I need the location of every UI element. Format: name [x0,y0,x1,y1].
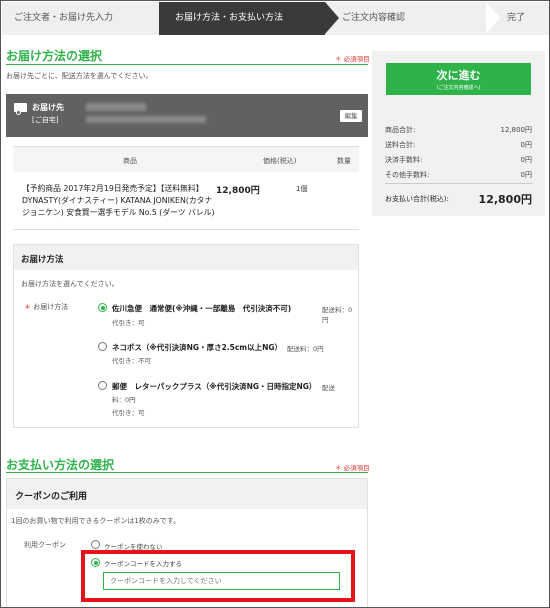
coupon-option-code[interactable]: クーポンコードを入力する [104,558,182,568]
blurred-name [86,103,146,111]
payment-required-note: ＊ 必須項目 [335,464,370,472]
header-price: 価格(税込) [263,157,297,165]
coupon-field-label: 利用クーポン [24,541,66,549]
blurred-address [86,116,206,123]
shipping-fee-letterpack-2: 料：0円 [112,396,136,404]
checkout-page: ご注文者・お届け先入力 お届け方法・お支払い方法 ご注文内容確認 完了 お届け方… [0,0,550,608]
step-3: ご注文内容確認 [342,13,406,23]
cod-nekopos: 代引き：不可 [112,357,151,365]
shipping-radio-nekopos[interactable] [98,342,107,351]
next-button-label: 次に進む [436,69,481,82]
coupon-radio-code[interactable] [91,558,100,567]
summary-row-other-fee: その他手数料: 0円 [385,171,532,179]
shipping-radio-sagawa[interactable] [98,303,107,312]
product-price: 12,800円 [216,186,260,196]
product-name: 【予約商品 2017年2月19日発売予定】【送料無料】DYNASTY(ダイナステ… [22,184,215,217]
coupon-header: クーポンのご利用 [7,479,367,509]
step-4: 完了 [507,13,526,23]
summary-row-shipping: 送料合計: 0円 [385,141,532,149]
delivery-section-title: お届け方法の選択 [6,49,103,63]
step-divider [486,2,500,34]
shipping-fee-letterpack: 配送 [322,384,335,392]
summary-row-subtotal: 商品合計: 12,800円 [385,126,532,134]
order-summary: 次に進む (ご注文内容確認へ) 商品合計: 12,800円 送料合計: 0円 決済手… [372,51,545,216]
product-qty: 1個 [296,185,308,193]
coupon-radio-none[interactable] [91,540,100,549]
coupon-title: クーポンのご利用 [15,492,88,502]
shipping-option-nekopos[interactable]: ネコポス（※代引決済NG・厚さ2.5cm以上NG） [112,342,282,353]
section-rule [6,64,368,65]
shipping-option-letterpack[interactable]: 郵便 レターパックプラス（※代引決済NG・日時指定NG） [112,381,316,392]
shipping-fee-nekopos: 配送料：0円 [287,345,324,353]
shipping-header: お届け方法 [14,245,358,270]
shipping-note: お届け方法を選んでください。 [21,280,119,288]
shipping-option-sagawa[interactable]: 佐川急便 通常便(※沖縄・一部離島 代引決済不可) [112,303,291,314]
coupon-note: 1回のお買い物で利用できるクーポンは1枚のみです。 [11,517,181,525]
section-rule [6,472,368,473]
header-qty: 数量 [337,157,351,165]
header-product: 商品 [123,157,137,165]
summary-row-payment-fee: 決済手数料: 0円 [385,156,532,164]
product-table-header: 商品 価格(税込) 数量 [13,147,359,172]
step-arrow [325,2,339,34]
step-2-active: お届け方法・お支払い方法 [159,2,325,35]
destination-label: お届け先 [32,103,64,112]
total-label: お支払い合計(税込): [385,195,449,203]
shipping-fee-sagawa: 配送料：0円 [322,306,353,324]
delivery-note: お届け先ごとに、配送方法を選んでください。 [6,72,153,80]
next-button-sub: (ご注文内容確認へ) [436,85,481,91]
payment-section-title: お支払い方法の選択 [6,458,115,472]
product-table: 商品 価格(税込) 数量 【予約商品 2017年2月19日発売予定】【送料無料】… [13,146,359,230]
shipping-title: お届け方法 [21,255,64,265]
required-note: ＊ 必須項目 [335,55,370,63]
total-value: 12,800円 [478,193,532,206]
edit-destination-button[interactable]: 編集 [340,110,362,122]
destination-sub: [ご自宅] [32,116,59,124]
shipping-radio-letterpack[interactable] [98,381,107,390]
step-1: ご注文者・お届け先入力 [14,13,114,23]
next-button[interactable]: 次に進む (ご注文内容確認へ) [386,63,531,95]
checkout-steps: ご注文者・お届け先入力 お届け方法・お支払い方法 ご注文内容確認 完了 [2,2,549,35]
coupon-code-input[interactable] [103,572,340,590]
cod-sagawa: 代引き：可 [112,319,145,327]
shipping-field-label: ＊ お届け方法 [24,303,69,311]
summary-divider [385,183,532,184]
cod-letterpack: 代引き：可 [112,409,145,417]
truck-icon [14,103,27,115]
shipping-method-box: お届け方法 お届け方法を選んでください。 ＊ お届け方法 佐川急便 通常便(※沖… [13,244,359,428]
destination-bar: お届け先 [ご自宅] 編集 [6,94,368,137]
